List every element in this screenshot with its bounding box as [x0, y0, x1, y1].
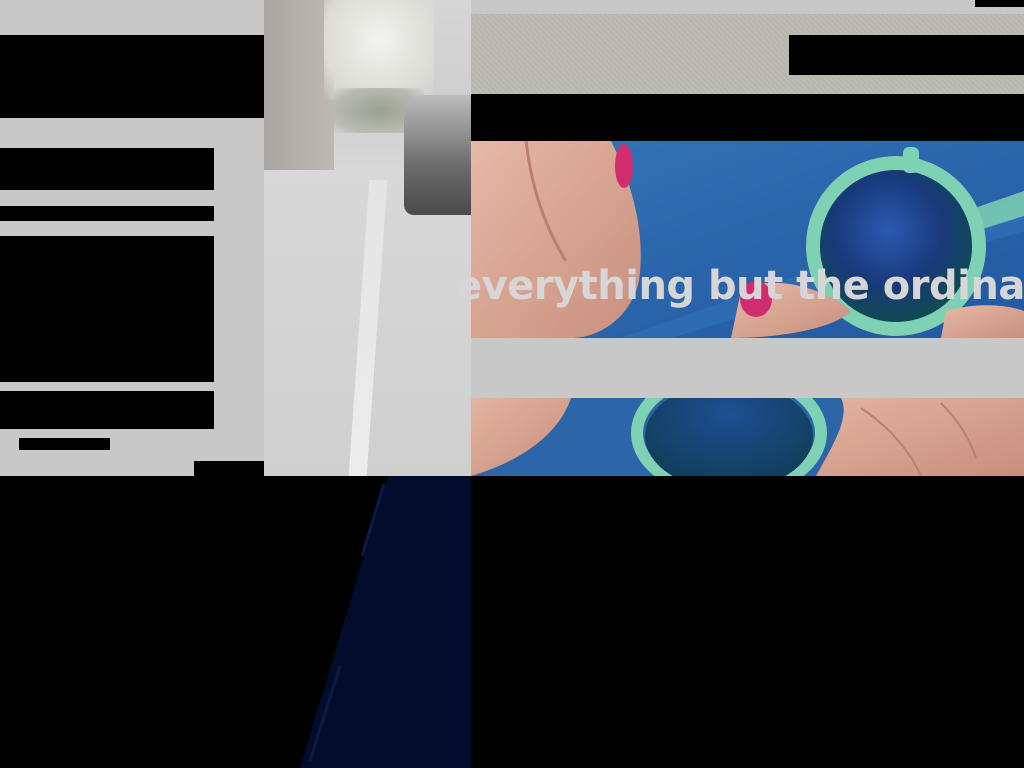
header-button[interactable] [789, 35, 1024, 75]
sidebar-block-3 [0, 236, 214, 382]
sidebar-block-1[interactable] [0, 148, 214, 190]
divider-band [471, 338, 1024, 398]
nav-bar [471, 94, 1024, 141]
sidebar-header-block [0, 35, 264, 118]
sunglasses-photo-lower [471, 398, 1024, 476]
top-strip [471, 0, 1024, 14]
top-corner-block [975, 0, 1024, 7]
street-cars [404, 95, 471, 215]
page: everything but the ordinary [0, 0, 1024, 768]
sidebar-small-button[interactable] [19, 438, 110, 450]
street-sky [324, 0, 434, 100]
sidebar-block-2[interactable] [0, 206, 214, 221]
street-photo [264, 0, 471, 476]
sidebar-block-4[interactable] [0, 391, 214, 429]
left-sidebar [0, 0, 264, 476]
hero-tagline: everything but the ordinary [455, 263, 1024, 309]
hero-image-lower [471, 398, 1024, 476]
bottom-dark-region [0, 476, 471, 768]
navy-diagonal-shape [300, 476, 471, 768]
sidebar-corner-block [194, 461, 264, 476]
